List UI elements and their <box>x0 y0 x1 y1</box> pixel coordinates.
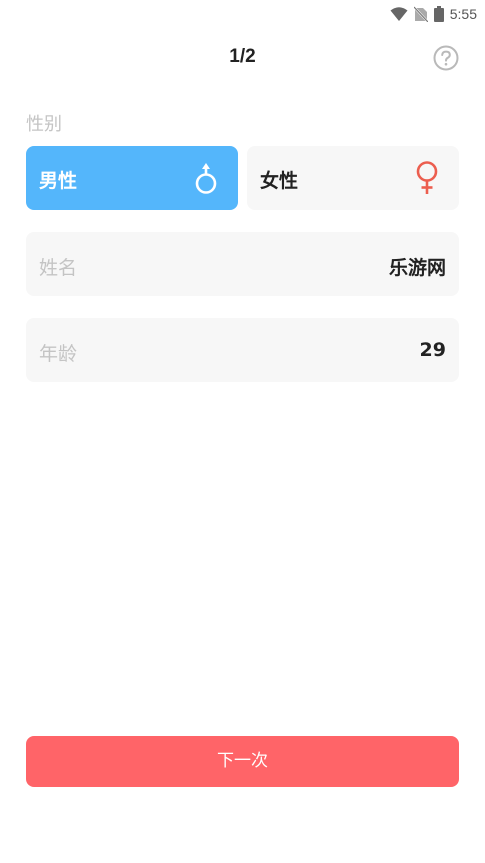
age-field[interactable]: 年龄 29 <box>26 318 459 382</box>
question-circle-icon <box>433 45 459 71</box>
name-field[interactable]: 姓名 乐游网 <box>26 232 459 296</box>
header: 1/2 <box>0 36 485 80</box>
status-time: 5:55 <box>449 6 477 22</box>
gender-option-label: 女性 <box>260 170 299 192</box>
no-sim-icon <box>413 6 428 22</box>
gender-options: 男性 女性 <box>26 146 459 210</box>
gender-option-male[interactable]: 男性 <box>26 146 238 210</box>
status-bar: 5:55 <box>0 0 485 28</box>
page-indicator: 1/2 <box>229 46 256 67</box>
next-button[interactable]: 下一次 <box>26 736 459 787</box>
help-button[interactable] <box>433 45 459 71</box>
gender-option-female[interactable]: 女性 <box>247 146 459 210</box>
gender-option-label: 男性 <box>39 170 78 192</box>
name-field-value: 乐游网 <box>388 257 446 279</box>
age-field-value: 29 <box>419 339 446 361</box>
wifi-icon <box>390 7 408 21</box>
gender-section-label: 性别 <box>26 114 62 135</box>
female-symbol-icon <box>416 161 438 194</box>
status-icons: 5:55 <box>390 4 477 24</box>
name-field-label: 姓名 <box>39 257 78 279</box>
male-symbol-icon <box>195 163 217 194</box>
battery-icon <box>433 6 444 22</box>
age-field-label: 年龄 <box>39 343 78 365</box>
